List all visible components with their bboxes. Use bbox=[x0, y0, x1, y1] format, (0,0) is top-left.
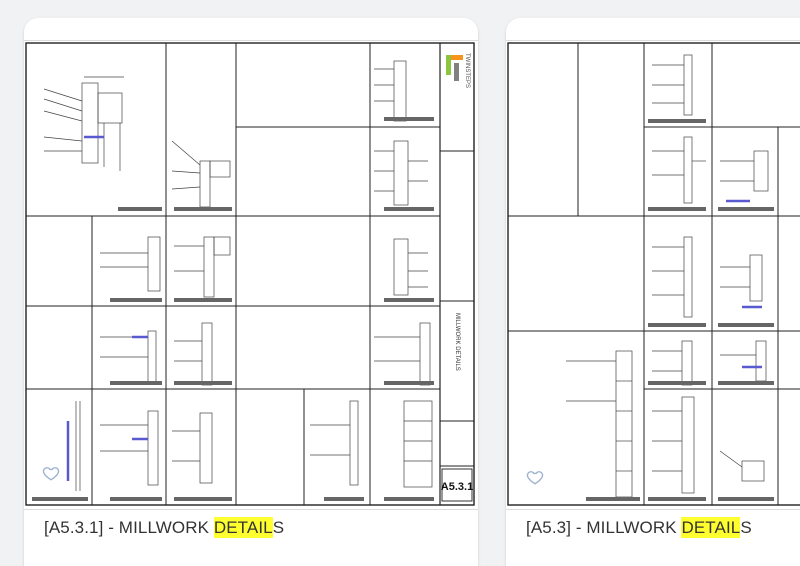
drawing-thumbnail[interactable] bbox=[506, 40, 800, 510]
search-highlight: DETAIL bbox=[213, 517, 273, 538]
title-suffix: S bbox=[740, 518, 752, 537]
card-title[interactable]: [A5.3] - MILLWORK DETAILS bbox=[526, 517, 752, 538]
title-prefix: [A5.3] - MILLWORK bbox=[526, 518, 682, 537]
sheet-title: MILLWORK DETAILS bbox=[454, 313, 460, 371]
result-card-a53[interactable]: [A5.3] - MILLWORK DETAILS bbox=[506, 18, 800, 566]
search-highlight: DETAIL bbox=[681, 517, 741, 538]
title-prefix: [A5.3.1] - MILLWORK bbox=[44, 518, 214, 537]
brand-logo bbox=[446, 55, 463, 81]
heart-outline-icon[interactable] bbox=[42, 464, 60, 482]
drawing-sheet-svg bbox=[507, 42, 800, 506]
card-title[interactable]: [A5.3.1] - MILLWORK DETAILS bbox=[44, 517, 285, 538]
search-results-grid: TWINSTEPS MILLWORK DETAILS A5.3.1 [A5.3.… bbox=[0, 0, 800, 566]
drawing-thumbnail[interactable]: TWINSTEPS MILLWORK DETAILS A5.3.1 bbox=[24, 40, 478, 510]
heart-outline-icon[interactable] bbox=[526, 468, 544, 486]
brand-text: TWINSTEPS bbox=[464, 53, 470, 88]
drawing-sheet-svg: TWINSTEPS MILLWORK DETAILS A5.3.1 bbox=[25, 42, 475, 506]
result-card-a531[interactable]: TWINSTEPS MILLWORK DETAILS A5.3.1 [A5.3.… bbox=[24, 18, 478, 566]
sheet-number: A5.3.1 bbox=[441, 481, 473, 493]
title-suffix: S bbox=[272, 518, 285, 537]
